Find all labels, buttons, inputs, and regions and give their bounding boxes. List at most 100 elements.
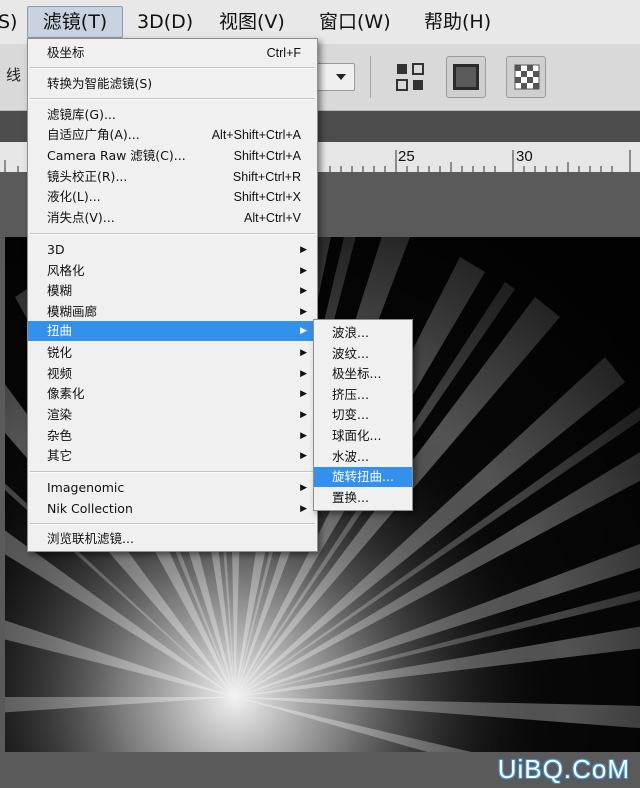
submenu-item-label: 波纹... — [332, 346, 369, 361]
menu-item-label: 模糊画廊 — [47, 304, 98, 319]
menu-item-video[interactable]: 视频 ▶ — [28, 364, 317, 384]
menu-item-label: 像素化 — [47, 386, 85, 401]
submenu-item-label: 挤压... — [332, 387, 369, 402]
menu-item-3d[interactable]: 3D ▶ — [28, 240, 317, 260]
menu-item-blur-gallery[interactable]: 模糊画廊 ▶ — [28, 302, 317, 322]
submenu-arrow-icon: ▶ — [300, 504, 307, 514]
options-partial-label: 线 — [6, 66, 22, 84]
options-dropdown[interactable] — [315, 63, 355, 91]
menubar-item-3d[interactable]: 3D(D) — [137, 7, 193, 37]
menu-item-pixelate[interactable]: 像素化 ▶ — [28, 384, 317, 404]
submenu-arrow-icon: ▶ — [300, 431, 307, 441]
menu-item-stylize[interactable]: 风格化 ▶ — [28, 261, 317, 281]
menu-item-label: 渲染 — [47, 407, 73, 422]
submenu-arrow-icon: ▶ — [300, 307, 307, 317]
menu-item-label: 滤镜库(G)... — [47, 107, 116, 122]
submenu-arrow-icon: ▶ — [300, 286, 307, 296]
submenu-item-shear[interactable]: 切变... — [314, 405, 412, 425]
menu-item-label: 镜头校正(R)... — [47, 169, 128, 184]
submenu-item-label: 极坐标... — [332, 366, 382, 381]
filter-menu: 极坐标 Ctrl+F 转换为智能滤镜(S) 滤镜库(G)... 自适应广角(A).… — [27, 38, 318, 552]
menu-item-label: 浏览联机滤镜... — [47, 531, 134, 546]
transform-tool-button[interactable] — [390, 56, 430, 98]
menu-separator — [30, 471, 315, 473]
menu-item-sharpen[interactable]: 锐化 ▶ — [28, 343, 317, 363]
transparency-button[interactable] — [506, 56, 546, 98]
menubar-item-help[interactable]: 帮助(H) — [424, 7, 491, 37]
checkerboard-icon — [514, 64, 540, 90]
submenu-item-wave[interactable]: 波浪... — [314, 323, 412, 343]
submenu-item-ripple[interactable]: 波纹... — [314, 344, 412, 364]
menu-item-vanishing-point[interactable]: 消失点(V)... Alt+Ctrl+V — [28, 208, 317, 228]
chevron-down-icon — [336, 74, 346, 80]
mode-button[interactable] — [446, 56, 486, 98]
menubar-item-view[interactable]: 视图(V) — [219, 7, 285, 37]
menu-separator — [30, 67, 315, 69]
menu-item-shortcut: Alt+Shift+Ctrl+A — [211, 128, 301, 142]
menu-item-shortcut: Shift+Ctrl+A — [233, 149, 301, 163]
submenu-arrow-icon: ▶ — [300, 451, 307, 461]
menu-item-render[interactable]: 渲染 ▶ — [28, 405, 317, 425]
layer-mode-icon — [453, 64, 479, 90]
menu-item-camera-raw[interactable]: Camera Raw 滤镜(C)... Shift+Ctrl+A — [28, 146, 317, 166]
menu-item-shortcut: Alt+Ctrl+V — [244, 211, 301, 225]
menu-item-shortcut: Shift+Ctrl+R — [232, 170, 301, 184]
submenu-item-spherize[interactable]: 球面化... — [314, 426, 412, 446]
menu-separator — [30, 523, 315, 525]
menu-separator — [30, 98, 315, 100]
submenu-arrow-icon: ▶ — [300, 326, 307, 336]
submenu-item-twirl[interactable]: 旋转扭曲... — [314, 467, 412, 487]
menu-item-label: 3D — [47, 242, 65, 257]
menubar-item-window[interactable]: 窗口(W) — [319, 7, 391, 37]
submenu-item-label: 旋转扭曲... — [332, 469, 394, 484]
menu-separator — [30, 233, 315, 235]
menu-item-last-filter[interactable]: 极坐标 Ctrl+F — [28, 43, 317, 63]
menu-item-adaptive-wide-angle[interactable]: 自适应广角(A)... Alt+Shift+Ctrl+A — [28, 125, 317, 145]
menu-item-label: 风格化 — [47, 263, 85, 278]
menu-item-distort[interactable]: 扭曲 ▶ — [28, 321, 317, 341]
submenu-item-label: 水波... — [332, 449, 369, 464]
align-icon — [396, 63, 424, 91]
submenu-item-zigzag[interactable]: 水波... — [314, 447, 412, 467]
toolbar-divider — [370, 56, 371, 98]
menubar-item-partial[interactable]: S) — [0, 7, 17, 37]
menu-item-blur[interactable]: 模糊 ▶ — [28, 281, 317, 301]
menubar-item-filter[interactable]: 滤镜(T) — [27, 6, 123, 38]
ruler-label-30: 30 — [516, 148, 533, 165]
distort-submenu: 波浪... 波纹... 极坐标... 挤压... 切变... 球面化... 水波… — [313, 319, 413, 511]
submenu-item-pinch[interactable]: 挤压... — [314, 385, 412, 405]
watermark-logo: UiBQ.CoM — [497, 754, 630, 784]
menu-item-label: 液化(L)... — [47, 189, 101, 204]
menu-item-filter-gallery[interactable]: 滤镜库(G)... — [28, 105, 317, 125]
menu-item-other[interactable]: 其它 ▶ — [28, 446, 317, 466]
menu-item-label: 转换为智能滤镜(S) — [47, 76, 153, 91]
menu-item-label: 模糊 — [47, 283, 73, 298]
menu-item-nik-collection[interactable]: Nik Collection ▶ — [28, 499, 317, 519]
submenu-arrow-icon: ▶ — [300, 266, 307, 276]
menu-item-lens-correction[interactable]: 镜头校正(R)... Shift+Ctrl+R — [28, 167, 317, 187]
submenu-item-label: 波浪... — [332, 325, 369, 340]
menu-item-label: 极坐标 — [47, 45, 85, 60]
menu-item-convert-smart-filter[interactable]: 转换为智能滤镜(S) — [28, 74, 317, 94]
submenu-arrow-icon: ▶ — [300, 348, 307, 358]
submenu-item-label: 置换... — [332, 490, 369, 505]
menu-item-imagenomic[interactable]: Imagenomic ▶ — [28, 478, 317, 498]
menu-item-label: 扭曲 — [47, 323, 73, 338]
menu-item-label: 杂色 — [47, 428, 73, 443]
submenu-arrow-icon: ▶ — [300, 389, 307, 399]
menu-item-shortcut: Ctrl+F — [266, 46, 301, 60]
menu-item-label: 锐化 — [47, 345, 73, 360]
menu-item-label: Camera Raw 滤镜(C)... — [47, 148, 186, 163]
submenu-arrow-icon: ▶ — [300, 483, 307, 493]
submenu-arrow-icon: ▶ — [300, 245, 307, 255]
submenu-item-displace[interactable]: 置换... — [314, 488, 412, 508]
submenu-item-label: 切变... — [332, 407, 369, 422]
menu-item-browse-online[interactable]: 浏览联机滤镜... — [28, 529, 317, 549]
menu-item-label: 视频 — [47, 366, 73, 381]
menu-item-noise[interactable]: 杂色 ▶ — [28, 426, 317, 446]
menu-item-liquify[interactable]: 液化(L)... Shift+Ctrl+X — [28, 187, 317, 207]
submenu-item-polar-coordinates[interactable]: 极坐标... — [314, 364, 412, 384]
ruler-label-25: 25 — [398, 148, 415, 165]
menu-item-shortcut: Shift+Ctrl+X — [233, 190, 301, 204]
menu-item-label: 消失点(V)... — [47, 210, 115, 225]
